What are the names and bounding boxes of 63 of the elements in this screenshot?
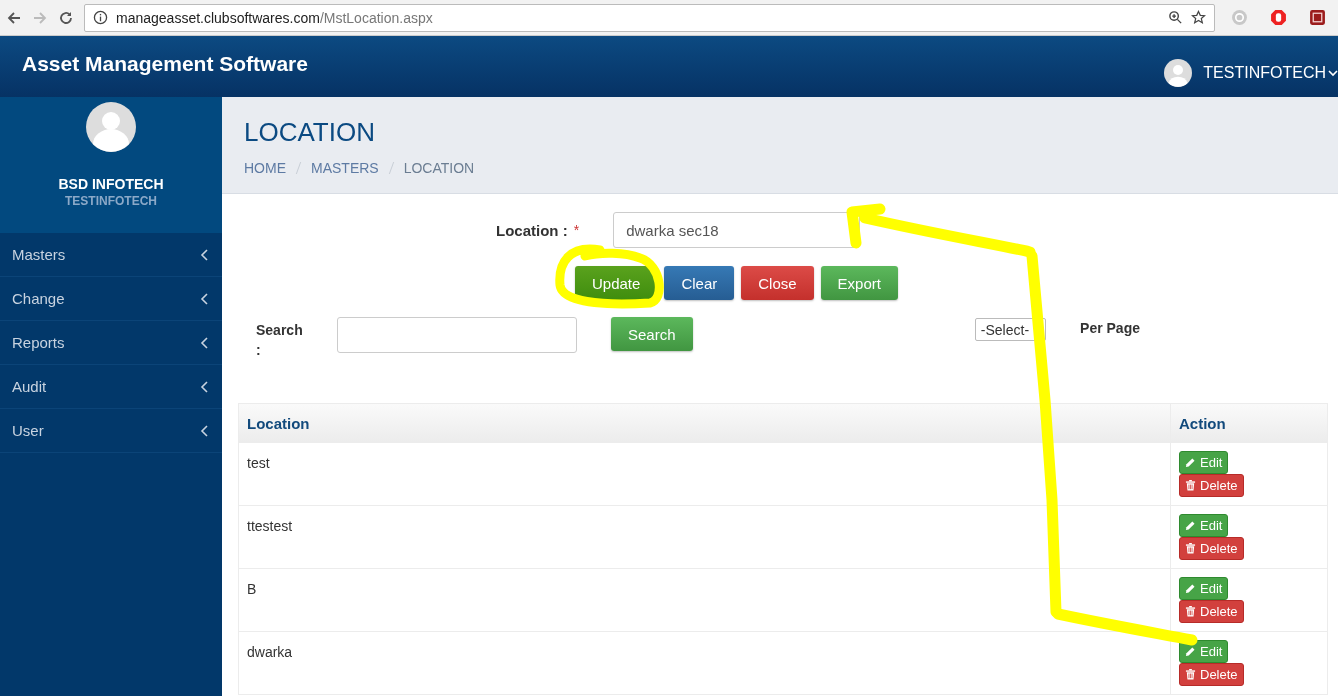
chevron-icon (200, 291, 210, 306)
table-cell: B (247, 581, 257, 597)
star-icon[interactable] (1191, 10, 1206, 25)
clear-button[interactable]: Clear (664, 266, 735, 300)
menu-item[interactable]: Change (0, 277, 222, 321)
back-arrow-icon[interactable] (6, 9, 22, 26)
table-cell: dwarka (247, 644, 293, 660)
required-mark: * (573, 222, 580, 238)
square-extension-icon[interactable] (1309, 9, 1326, 26)
reload-icon[interactable] (58, 9, 74, 26)
edit-button[interactable]: Edit (1179, 451, 1229, 474)
table-cell: ttestest (247, 518, 293, 534)
search-input[interactable] (337, 317, 577, 353)
menu-item[interactable]: Masters (0, 233, 222, 277)
location-input[interactable]: dwarka sec18 (613, 212, 861, 248)
edit-button[interactable]: Edit (1179, 640, 1229, 663)
delete-button[interactable]: Delete (1179, 663, 1244, 686)
per-page-label: Per Page (1080, 320, 1140, 336)
page-size-dropdown[interactable]: -Select- (974, 318, 1047, 341)
edit-button[interactable]: Edit (1179, 577, 1229, 600)
update-button[interactable]: Update (575, 266, 658, 300)
menu-item[interactable]: Audit (0, 365, 222, 409)
page-title: LOCATION (244, 117, 376, 148)
user-name: TESTINFOTECH (65, 194, 157, 208)
chevron-icon (200, 247, 210, 262)
avatar-icon[interactable] (1164, 58, 1193, 87)
company-name: BSD INFOTECH (58, 176, 164, 192)
delete-button[interactable]: Delete (1179, 537, 1244, 560)
search-button[interactable]: Search (611, 317, 693, 351)
avatar-icon (86, 102, 136, 152)
pencil-icon (1185, 646, 1196, 657)
address-bar[interactable]: manageasset.clubsoftwares.com/MstLocation.aspx (84, 3, 1215, 32)
search-label: Search : (256, 321, 304, 360)
breadcrumb-link[interactable]: MASTERS (311, 160, 379, 176)
trash-icon (1185, 606, 1196, 617)
delete-button[interactable]: Delete (1179, 600, 1244, 623)
menu-item[interactable]: User (0, 409, 222, 453)
close-button[interactable]: Close (741, 266, 814, 300)
breadcrumb-link[interactable]: HOME (244, 160, 286, 176)
pencil-icon (1185, 520, 1196, 531)
chevron-icon (200, 423, 210, 438)
chevron-down-icon[interactable] (1328, 67, 1338, 78)
column-header: Location (246, 413, 311, 434)
chevron-icon (200, 335, 210, 350)
delete-button[interactable]: Delete (1179, 474, 1244, 497)
trash-icon (1185, 669, 1196, 680)
app-title: Asset Management Software (22, 51, 308, 76)
edit-button[interactable]: Edit (1179, 514, 1229, 537)
column-header: Action (1170, 404, 1327, 442)
chevron-icon (200, 379, 210, 394)
info-icon (93, 10, 108, 25)
menu-item[interactable]: Reports (0, 321, 222, 365)
export-button[interactable]: Export (820, 266, 898, 300)
pencil-icon (1185, 457, 1196, 468)
hand-extension-icon[interactable] (1270, 9, 1287, 26)
url-text: manageasset.clubsoftwares.com/MstLocation.aspx (116, 9, 433, 26)
user-menu[interactable]: TESTINFOTECH (1203, 63, 1326, 82)
pencil-icon (1185, 583, 1196, 594)
location-label: Location : (496, 221, 568, 239)
trash-icon (1185, 543, 1196, 554)
zoom-in-icon[interactable] (1168, 10, 1183, 25)
table-cell: test (247, 455, 270, 471)
trash-icon (1185, 480, 1196, 491)
